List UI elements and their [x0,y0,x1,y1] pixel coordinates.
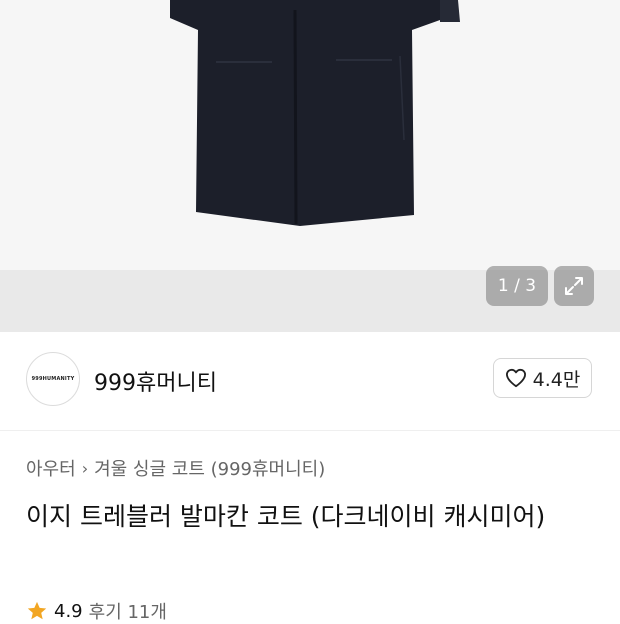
chevron-right-icon: › [81,458,89,478]
product-image-gallery[interactable]: 1 / 3 [0,0,620,332]
breadcrumb-item-category[interactable]: 아우터 [26,455,76,481]
rating-row[interactable]: 4.9 후기 11개 [26,598,167,624]
star-icon [27,601,47,620]
product-title: 이지 트레블러 발마칸 코트 (다크네이비 캐시미어) [26,502,546,531]
expand-icon [565,277,583,295]
review-count[interactable]: 후기 11개 [89,598,167,624]
heart-outline-icon [505,368,526,388]
shop-name[interactable]: 999휴머니티 [94,365,217,397]
section-divider [0,430,620,431]
image-counter: 1 / 3 [486,266,548,306]
rating-value: 4.9 [54,600,83,622]
shop-logo-text: 999HUMANITY [31,376,75,382]
like-count: 4.4만 [532,368,581,391]
coat-photo [170,0,460,226]
like-button[interactable]: 4.4만 [493,358,592,398]
shop-row: 999HUMANITY 999휴머니티 4.4만 [26,352,594,406]
expand-button[interactable] [554,266,594,306]
breadcrumb: 아우터 › 겨울 싱글 코트 (999휴머니티) [26,455,325,481]
shop-logo[interactable]: 999HUMANITY [26,352,80,406]
breadcrumb-item-subcategory[interactable]: 겨울 싱글 코트 (999휴머니티) [94,455,325,481]
